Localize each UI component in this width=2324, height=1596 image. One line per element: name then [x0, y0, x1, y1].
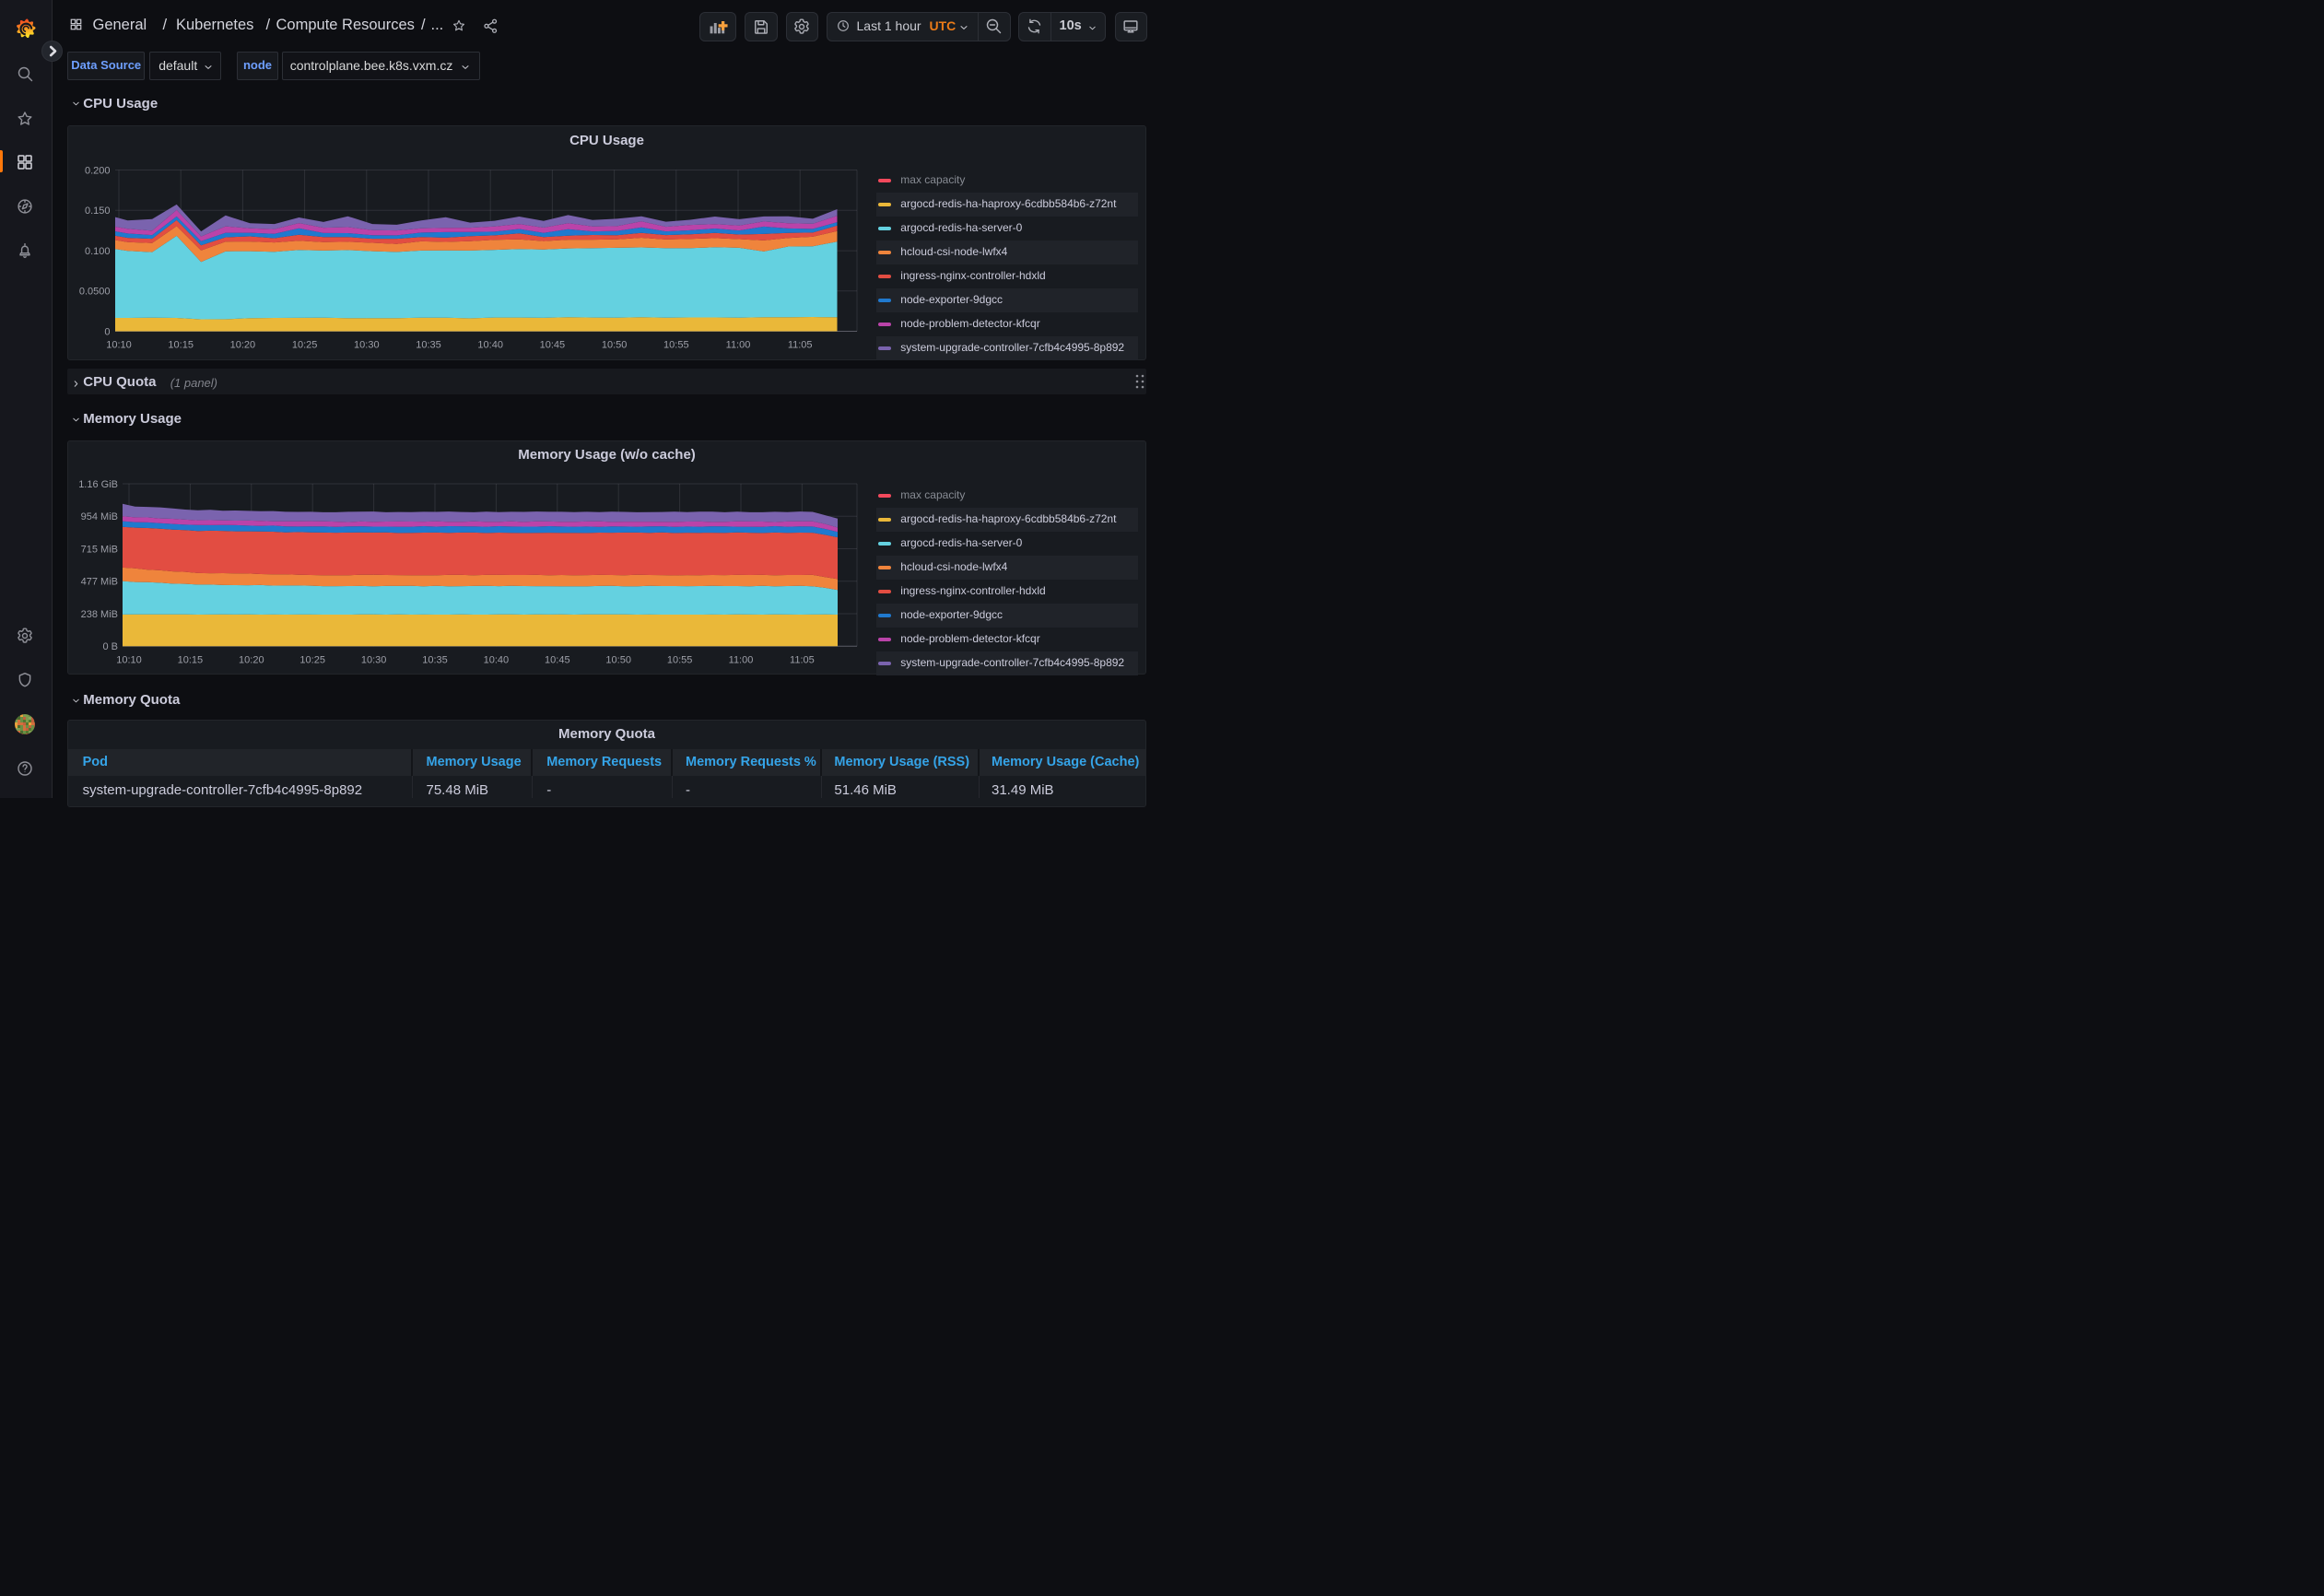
svg-text:238 MiB: 238 MiB	[81, 609, 118, 620]
svg-text:11:00: 11:00	[726, 339, 751, 350]
svg-text:10:10: 10:10	[106, 339, 132, 350]
svg-text:10:30: 10:30	[354, 339, 380, 350]
svg-text:0 B: 0 B	[102, 641, 118, 652]
svg-text:10:55: 10:55	[667, 654, 693, 665]
svg-text:954 MiB: 954 MiB	[81, 511, 118, 522]
svg-text:10:15: 10:15	[178, 654, 204, 665]
svg-text:10:10: 10:10	[116, 654, 142, 665]
svg-text:10:50: 10:50	[602, 339, 628, 350]
svg-text:0.200: 0.200	[85, 165, 111, 176]
svg-text:10:45: 10:45	[540, 339, 566, 350]
svg-text:11:05: 11:05	[790, 654, 815, 665]
svg-text:10:25: 10:25	[299, 654, 325, 665]
svg-text:0.150: 0.150	[85, 205, 111, 217]
svg-text:10:30: 10:30	[361, 654, 387, 665]
svg-text:1.16 GiB: 1.16 GiB	[78, 479, 118, 490]
svg-text:10:35: 10:35	[416, 339, 441, 350]
svg-text:10:15: 10:15	[168, 339, 194, 350]
svg-text:11:05: 11:05	[788, 339, 813, 350]
svg-text:10:20: 10:20	[230, 339, 256, 350]
svg-text:10:25: 10:25	[292, 339, 318, 350]
svg-text:477 MiB: 477 MiB	[81, 577, 118, 588]
svg-text:10:40: 10:40	[477, 339, 503, 350]
svg-text:10:55: 10:55	[663, 339, 689, 350]
svg-text:715 MiB: 715 MiB	[81, 544, 118, 555]
svg-text:10:40: 10:40	[484, 654, 510, 665]
svg-text:0.100: 0.100	[85, 245, 111, 256]
svg-text:10:35: 10:35	[422, 654, 448, 665]
svg-text:10:45: 10:45	[545, 654, 570, 665]
svg-text:10:20: 10:20	[239, 654, 264, 665]
svg-text:0.0500: 0.0500	[79, 286, 111, 297]
svg-text:11:00: 11:00	[729, 654, 754, 665]
svg-text:0: 0	[104, 326, 110, 337]
svg-text:10:50: 10:50	[605, 654, 631, 665]
